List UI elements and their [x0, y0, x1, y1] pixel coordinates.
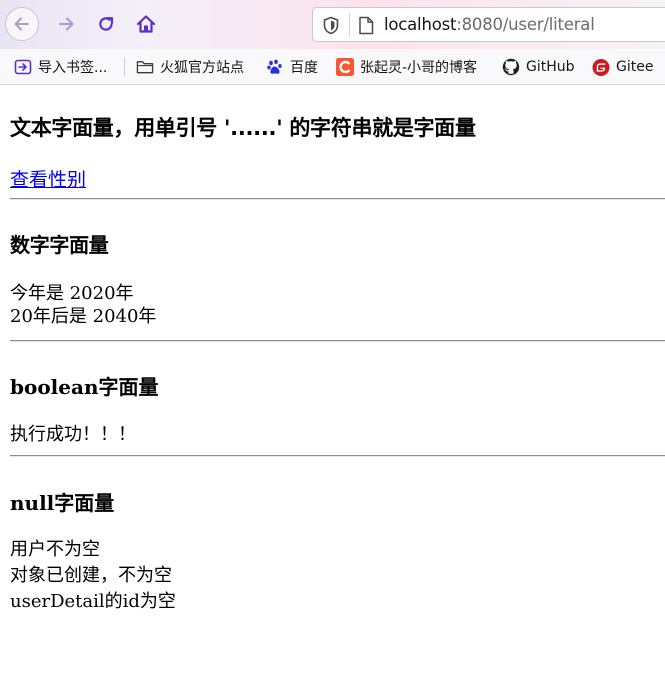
browser-toolbar: localhost:8080/user/literal [0, 0, 665, 49]
bookmark-label: Gitee [616, 59, 654, 75]
object-created-text: 对象已创建，不为空 [10, 565, 172, 586]
current-year-text: 今年是 2020年 [10, 283, 134, 304]
home-button[interactable] [129, 7, 163, 41]
bookmark-label: 导入书签... [38, 60, 108, 76]
bookmarks-toolbar: 导入书签... 火狐官方站点 百度 张起灵-小哥的博客 GitHub Gitee [0, 49, 665, 85]
url-text[interactable]: localhost:8080/user/literal [384, 15, 595, 34]
baidu-paw-icon [266, 58, 284, 76]
page-icon [359, 16, 374, 35]
url-path: :8080/user/literal [456, 15, 595, 34]
bookmark-separator [124, 58, 125, 76]
reload-button[interactable] [89, 7, 123, 41]
bookmark-label: 百度 [290, 60, 318, 76]
home-icon [136, 15, 156, 33]
string-literal-heading: 文本字面量，用单引号 '......' 的字符串就是字面量 [10, 116, 476, 140]
bookmark-github[interactable]: GitHub [502, 56, 575, 78]
null-literal-heading: null字面量 [10, 491, 115, 515]
back-button[interactable] [5, 7, 39, 41]
url-separator [349, 13, 350, 37]
forward-button[interactable] [49, 7, 83, 41]
address-bar[interactable]: localhost:8080/user/literal [312, 7, 665, 42]
bookmark-label: GitHub [526, 59, 575, 75]
section-divider [10, 340, 665, 342]
bookmark-baidu[interactable]: 百度 [266, 56, 318, 78]
boolean-literal-heading: boolean字面量 [10, 375, 159, 399]
bookmark-gitee[interactable]: Gitee [592, 56, 653, 78]
bookmark-label: 张起灵-小哥的博客 [360, 60, 478, 76]
csdn-c-icon [336, 58, 354, 76]
view-gender-link[interactable]: 查看性别 [10, 165, 86, 192]
bookmark-blog[interactable]: 张起灵-小哥的博客 [336, 56, 477, 78]
success-text: 执行成功！！！ [10, 424, 136, 445]
url-host: localhost [384, 15, 457, 34]
gitee-icon [592, 58, 610, 76]
arrow-right-icon [59, 17, 74, 31]
github-icon [502, 58, 520, 76]
arrow-left-icon [14, 17, 29, 31]
section-divider [10, 455, 665, 457]
future-year-text: 20年后是 2040年 [10, 306, 157, 327]
reload-icon [99, 17, 114, 31]
shield-icon[interactable] [322, 16, 340, 35]
bookmark-firefox-folder[interactable]: 火狐官方站点 [136, 56, 244, 78]
user-not-null-text: 用户不为空 [10, 539, 100, 560]
userdetail-id-null-text: userDetail的id为空 [10, 591, 176, 612]
folder-icon [136, 58, 154, 76]
bookmark-import[interactable]: 导入书签... [14, 56, 107, 78]
number-literal-heading: 数字字面量 [10, 233, 109, 257]
import-icon [14, 58, 32, 76]
section-divider [10, 198, 665, 200]
bookmark-label: 火狐官方站点 [160, 60, 244, 76]
